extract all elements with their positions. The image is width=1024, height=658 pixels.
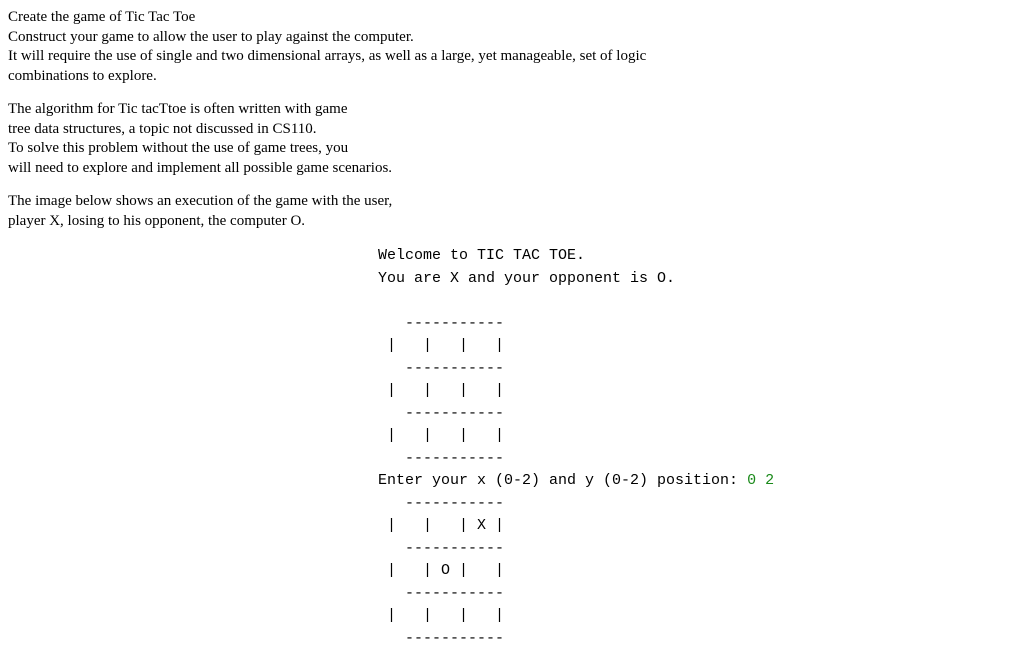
console-line: Welcome to TIC TAC TOE.	[378, 247, 585, 264]
board-divider: -----------	[378, 630, 504, 647]
board-divider: -----------	[378, 450, 504, 467]
text-line: It will require the use of single and tw…	[8, 47, 1016, 67]
board-row: | | | |	[378, 337, 504, 354]
console-line: You are X and your opponent is O.	[378, 270, 675, 287]
text-line: To solve this problem without the use of…	[8, 139, 1016, 159]
text-line: tree data structures, a topic not discus…	[8, 120, 1016, 140]
text-line: The image below shows an execution of th…	[8, 192, 1016, 212]
board-divider: -----------	[378, 585, 504, 602]
text-line: The algorithm for Tic tacTtoe is often w…	[8, 100, 1016, 120]
prompt-text: Enter your x (0-2) and y (0-2) position:	[378, 472, 747, 489]
board-row: | | O | |	[378, 562, 504, 579]
instructions-block: Create the game of Tic Tac Toe Construct…	[8, 8, 1016, 231]
user-input: 0 2	[747, 472, 774, 489]
board-divider: -----------	[378, 405, 504, 422]
board-divider: -----------	[378, 540, 504, 557]
board-divider: -----------	[378, 495, 504, 512]
instructions-paragraph-2: The algorithm for Tic tacTtoe is often w…	[8, 100, 1016, 178]
instructions-paragraph-3: The image below shows an execution of th…	[8, 192, 1016, 231]
text-line: combinations to explore.	[8, 67, 1016, 87]
board-divider: -----------	[378, 315, 504, 332]
text-line: Create the game of Tic Tac Toe	[8, 8, 1016, 28]
board-row: | | | X |	[378, 517, 504, 534]
board-row: | | | |	[378, 382, 504, 399]
instructions-paragraph-1: Create the game of Tic Tac Toe Construct…	[8, 8, 1016, 86]
text-line: player X, losing to his opponent, the co…	[8, 212, 1016, 232]
console-output: Welcome to TIC TAC TOE. You are X and yo…	[378, 245, 1016, 650]
board-row: | | | |	[378, 607, 504, 624]
text-line: will need to explore and implement all p…	[8, 159, 1016, 179]
prompt-line: Enter your x (0-2) and y (0-2) position:…	[378, 472, 774, 489]
board-divider: -----------	[378, 360, 504, 377]
board-row: | | | |	[378, 427, 504, 444]
text-line: Construct your game to allow the user to…	[8, 28, 1016, 48]
